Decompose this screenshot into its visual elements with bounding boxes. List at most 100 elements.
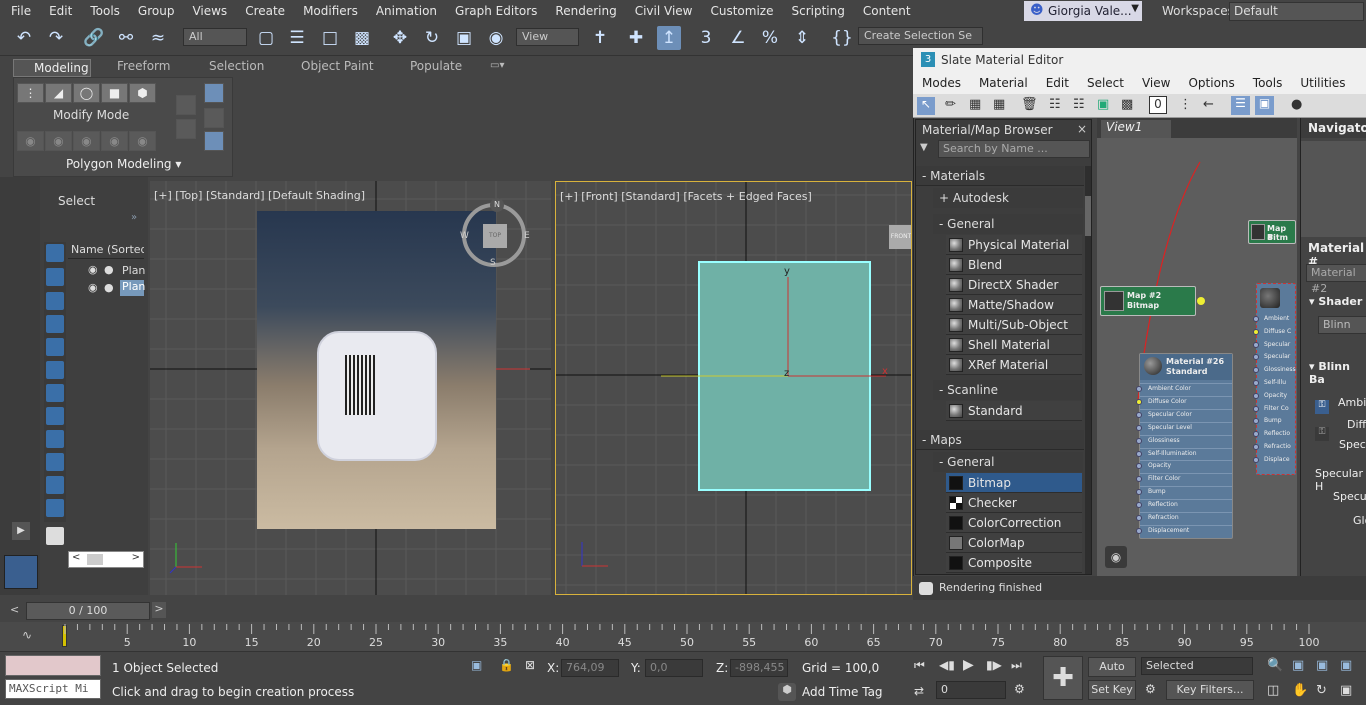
border-icon[interactable]: ◯ xyxy=(73,83,100,103)
viewcube[interactable]: FRONT xyxy=(889,225,911,249)
polygon-modeling-label[interactable]: Polygon Modeling ▾ xyxy=(66,157,181,171)
filter-cameras-icon[interactable] xyxy=(46,315,64,333)
scroll-right-icon[interactable]: > xyxy=(132,552,140,563)
material-slot[interactable]: Displace xyxy=(1253,455,1295,466)
selection-filter-dropdown[interactable]: All xyxy=(183,28,247,46)
move-icon[interactable]: ✥ xyxy=(388,26,412,50)
filter-hidden-icon[interactable] xyxy=(46,499,64,517)
ribbon-side-3-icon[interactable] xyxy=(204,83,224,103)
input-socket[interactable] xyxy=(1136,476,1142,483)
scene-horizontal-scrollbar[interactable]: < > xyxy=(68,551,144,568)
slate-menu-select[interactable]: Select xyxy=(1078,76,1133,90)
binoculars-icon[interactable]: ◉ xyxy=(1105,546,1127,568)
go-to-end-icon[interactable]: ⏭ xyxy=(1011,658,1022,673)
material-slot[interactable]: Diffuse C xyxy=(1253,327,1295,338)
material-name-field[interactable]: Material #2 xyxy=(1306,264,1366,295)
ribbon-tool-1-icon[interactable]: ◉ xyxy=(17,131,44,151)
menu-views[interactable]: Views xyxy=(181,4,234,18)
current-frame-field[interactable]: 0 xyxy=(936,681,1006,699)
material-slot[interactable]: Ambient xyxy=(1253,314,1295,325)
material-id-icon[interactable]: 0 xyxy=(1149,96,1167,114)
scene-row[interactable]: ◉ ● Plan xyxy=(68,262,145,279)
lock-selection-icon[interactable]: 🔒 xyxy=(499,658,514,672)
viewport-top-label[interactable]: [+] [Top] [Standard] [Default Shading] xyxy=(154,189,365,202)
slate-menu-options[interactable]: Options xyxy=(1179,76,1243,90)
maps-general-group[interactable]: - General xyxy=(933,452,1083,472)
reference-coordinate-dropdown[interactable]: View xyxy=(516,28,579,46)
next-frame-icon[interactable]: ▮▶ xyxy=(986,658,1002,672)
browser-toggle-icon[interactable]: ☰ xyxy=(1231,96,1250,115)
output-socket[interactable] xyxy=(1197,297,1205,305)
lock-icon[interactable]: ⚿ xyxy=(1315,427,1329,441)
light-icon[interactable]: ● xyxy=(104,263,114,276)
material-slot[interactable]: Reflection xyxy=(1136,499,1232,510)
menu-tools[interactable]: Tools xyxy=(79,4,127,18)
ribbon-side-5-icon[interactable] xyxy=(204,131,224,151)
move-children-icon[interactable]: ☷ xyxy=(1049,97,1061,112)
filter-xrefs-icon[interactable] xyxy=(46,407,64,425)
list-item[interactable]: ColorCorrection xyxy=(946,513,1082,533)
ribbon-tab-populate[interactable]: Populate xyxy=(410,59,462,77)
key-mode-icon[interactable]: ⇄ xyxy=(914,684,924,698)
navigator-view[interactable] xyxy=(1301,141,1366,237)
input-socket[interactable] xyxy=(1136,502,1142,509)
redo-icon[interactable]: ↷ xyxy=(44,26,68,50)
material-slot[interactable]: Glossiness xyxy=(1136,434,1232,446)
slate-menu-edit[interactable]: Edit xyxy=(1037,76,1078,90)
select-object-icon[interactable]: ▢ xyxy=(254,26,278,50)
scene-settings-icon[interactable] xyxy=(46,527,64,545)
user-account-button[interactable]: ☻ Giorgia Vale... ▼ xyxy=(1024,1,1142,21)
input-socket[interactable] xyxy=(1136,463,1142,470)
scroll-thumb[interactable] xyxy=(1085,196,1091,236)
delete-icon[interactable]: 🗑 xyxy=(1021,97,1038,112)
ribbon-tool-3-icon[interactable]: ◉ xyxy=(73,131,100,151)
angle-snap-icon[interactable]: ∠ xyxy=(726,26,750,50)
named-selection-set-dropdown[interactable]: Create Selection Se xyxy=(858,27,983,45)
ribbon-tab-selection[interactable]: Selection xyxy=(209,59,264,77)
pivot-icon[interactable]: ✝ xyxy=(588,26,612,50)
hide-unused-icon[interactable]: ☷ xyxy=(1073,97,1085,112)
expand-icon[interactable]: » xyxy=(131,212,137,223)
node-map-bitmap[interactable]: Map #2 Bitmap xyxy=(1100,286,1205,316)
edit-named-selection-icon[interactable]: {} xyxy=(830,26,854,50)
ribbon-side-4-icon[interactable] xyxy=(204,108,224,128)
play-icon[interactable]: ▶ xyxy=(963,657,974,673)
viewport-top[interactable]: TOP N S W E [+] [Top] [Standard] [Defaul… xyxy=(150,181,551,595)
ribbon-side-2-icon[interactable] xyxy=(176,119,196,139)
input-socket[interactable] xyxy=(1136,527,1142,534)
filter-shapes-icon[interactable] xyxy=(46,268,64,286)
material-slot[interactable]: Bump xyxy=(1253,416,1295,427)
menu-edit[interactable]: Edit xyxy=(38,4,79,18)
input-socket[interactable] xyxy=(1136,411,1142,418)
input-socket[interactable] xyxy=(1136,489,1142,496)
input-socket[interactable] xyxy=(1253,367,1259,374)
list-item[interactable]: Standard xyxy=(946,401,1082,421)
ribbon-tool-4-icon[interactable]: ◉ xyxy=(101,131,128,151)
input-socket[interactable] xyxy=(1253,392,1259,399)
list-item[interactable]: Physical Material xyxy=(946,235,1082,255)
list-item[interactable]: Checker xyxy=(946,493,1082,513)
element-icon[interactable]: ⬢ xyxy=(129,83,156,103)
key-mode-dropdown[interactable]: Selected xyxy=(1141,657,1253,675)
scene-row-selected[interactable]: ◉ ● Plan xyxy=(68,280,145,297)
time-slider-right-icon[interactable]: > xyxy=(152,602,166,618)
filter-groups-icon[interactable] xyxy=(46,384,64,402)
material-slot[interactable]: Specular xyxy=(1253,340,1295,351)
slate-menu-material[interactable]: Material xyxy=(970,76,1037,90)
filter-frozen-icon[interactable] xyxy=(46,476,64,494)
ribbon-tool-2-icon[interactable]: ◉ xyxy=(45,131,72,151)
materials-group[interactable]: - Materials xyxy=(916,166,1084,186)
time-slider-left-icon[interactable]: < xyxy=(10,603,24,619)
scanline-group[interactable]: - Scanline xyxy=(933,380,1083,400)
material-slot[interactable]: Filter Color xyxy=(1136,473,1232,484)
input-socket[interactable] xyxy=(1253,354,1259,361)
window-crossing-icon[interactable]: ▩ xyxy=(350,26,374,50)
input-socket[interactable] xyxy=(1136,398,1142,405)
viewport-layout-icon[interactable] xyxy=(4,555,38,589)
node-map-small[interactable]: Map # Bitm xyxy=(1248,220,1296,244)
menu-group[interactable]: Group xyxy=(127,4,182,18)
material-slot[interactable]: Specular Level xyxy=(1136,421,1232,433)
menu-rendering[interactable]: Rendering xyxy=(544,4,623,18)
slate-menu-modes[interactable]: Modes xyxy=(913,76,970,90)
assign-material-icon[interactable]: ▦ xyxy=(993,97,1005,112)
